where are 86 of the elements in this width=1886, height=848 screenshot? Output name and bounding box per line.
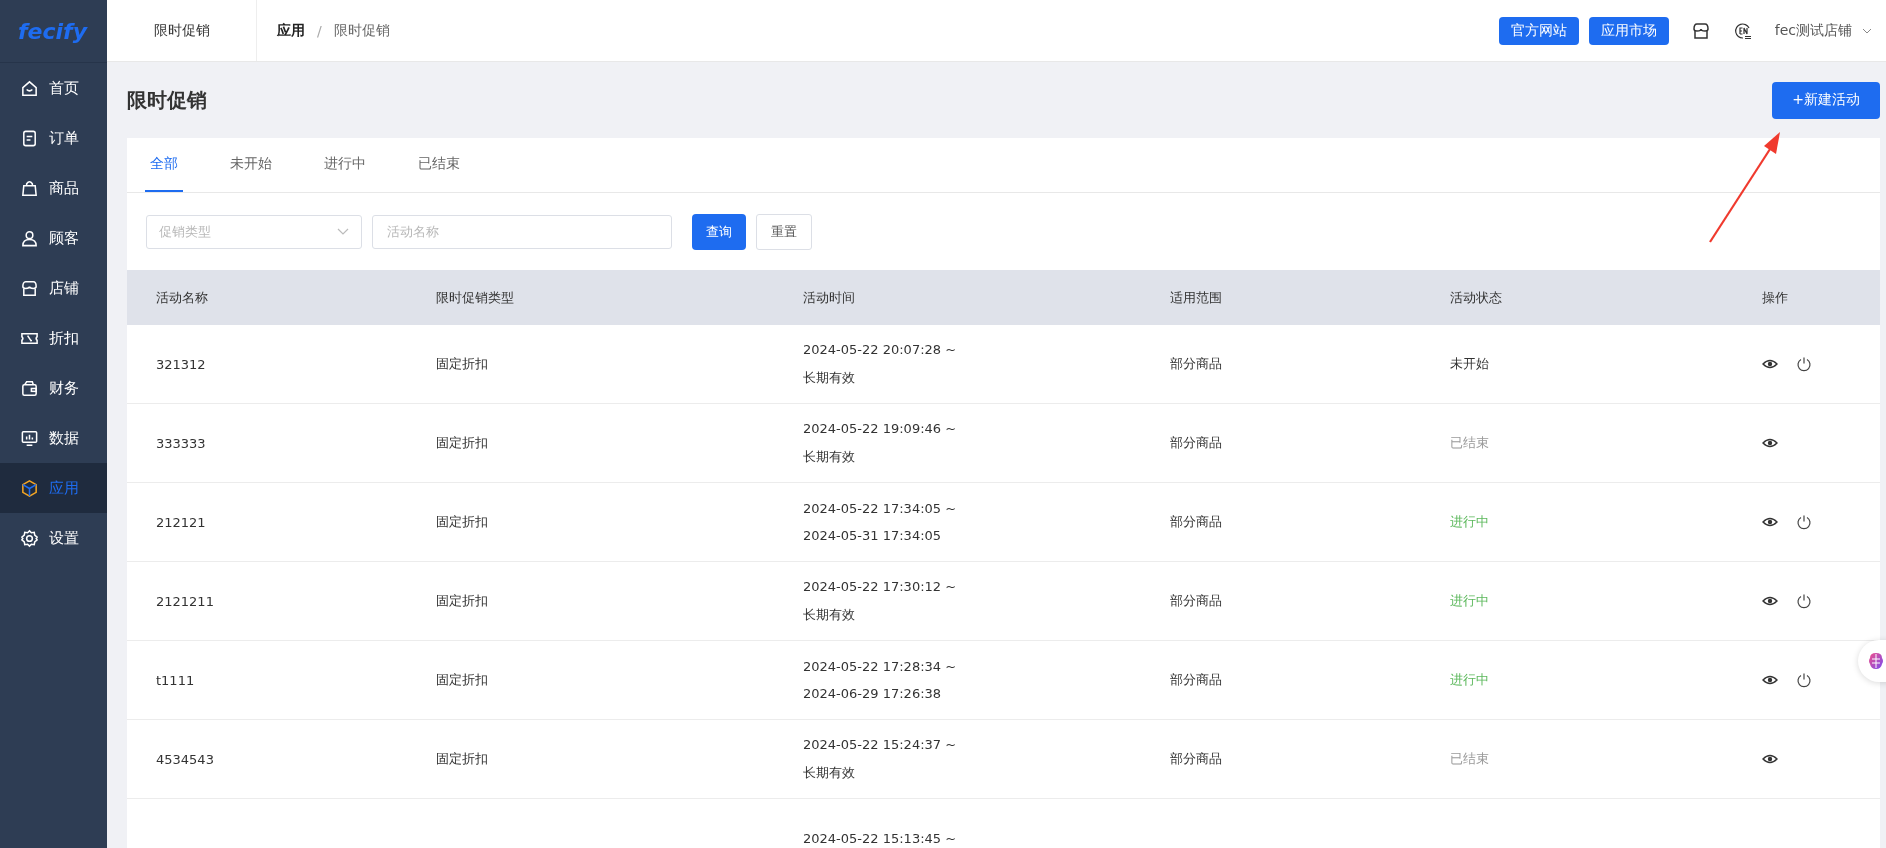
status-text: 未开始 bbox=[1450, 355, 1489, 373]
table-cell: t1111 bbox=[156, 672, 195, 688]
table-cell: 333333 bbox=[156, 435, 206, 451]
start-time: 2024-05-22 15:13:45 ~ bbox=[803, 830, 957, 846]
start-time: 2024-05-22 19:09:46 ~ bbox=[803, 420, 957, 436]
table-cell: 部分商品 bbox=[1170, 592, 1222, 610]
table-cell: 321312 bbox=[156, 356, 206, 372]
column-header: 适用范围 bbox=[1170, 288, 1223, 307]
search-button[interactable]: 查询 bbox=[692, 213, 746, 250]
page-tab[interactable]: 限时促销 bbox=[107, 0, 257, 61]
table-cell: 固定折扣 bbox=[436, 750, 488, 768]
power-icon[interactable] bbox=[1796, 514, 1812, 530]
header-link-button[interactable]: 官方网站 bbox=[1498, 16, 1579, 45]
start-time: 2024-05-22 17:30:12 ~ bbox=[803, 578, 957, 594]
sidebar-item[interactable]: 顾客 bbox=[0, 213, 107, 263]
language-icon[interactable] bbox=[1732, 20, 1753, 41]
column-header: 活动时间 bbox=[803, 288, 856, 307]
home-icon bbox=[20, 78, 39, 98]
table-cell: 固定折扣 bbox=[436, 592, 488, 610]
chevron-down-icon bbox=[337, 228, 349, 235]
table-cell: 部分商品 bbox=[1170, 513, 1222, 531]
header-link-button[interactable]: 应用市场 bbox=[1588, 16, 1669, 45]
column-header: 活动名称 bbox=[156, 288, 209, 307]
table-cell: 部分商品 bbox=[1170, 355, 1222, 373]
sidebar-item[interactable]: 订单 bbox=[0, 113, 107, 163]
breadcrumb-item[interactable]: 应用 bbox=[277, 21, 305, 40]
store-switcher[interactable]: fec测试店铺 bbox=[1774, 21, 1852, 40]
person-icon bbox=[20, 228, 39, 248]
table-cell: 2121211 bbox=[156, 593, 214, 609]
table-cell: 固定折扣 bbox=[436, 671, 488, 689]
start-time: 2024-05-22 15:24:37 ~ bbox=[803, 736, 957, 752]
table-cell: 固定折扣 bbox=[436, 513, 488, 531]
breadcrumb-item: 限时促销 bbox=[333, 21, 390, 40]
sidebar-item[interactable]: 首页 bbox=[0, 63, 107, 113]
start-time: 2024-05-22 17:34:05 ~ bbox=[803, 501, 957, 516]
status-text: 进行中 bbox=[1450, 513, 1489, 531]
store-icon[interactable] bbox=[1690, 20, 1711, 41]
column-header: 操作 bbox=[1762, 288, 1789, 307]
power-icon[interactable] bbox=[1796, 356, 1812, 372]
new-activity-button[interactable]: +新建活动 bbox=[1772, 81, 1880, 119]
document-icon bbox=[20, 128, 39, 148]
sidebar-item[interactable]: 数据 bbox=[0, 413, 107, 463]
page-title: 限时促销 bbox=[127, 86, 207, 114]
end-time: 长期有效 bbox=[803, 605, 855, 624]
caret-icon[interactable] bbox=[1862, 27, 1872, 34]
end-time: 长期有效 bbox=[803, 447, 855, 466]
breadcrumb-separator: / bbox=[317, 22, 322, 39]
column-header: 活动状态 bbox=[1450, 288, 1503, 307]
sidebar-item[interactable]: 设置 bbox=[0, 513, 107, 563]
end-time: 长期有效 bbox=[803, 368, 855, 387]
end-time: 2024-05-31 17:34:05 bbox=[803, 528, 942, 543]
status-text: 进行中 bbox=[1450, 592, 1489, 610]
tab[interactable]: 未开始 bbox=[225, 138, 277, 192]
reset-button[interactable]: 重置 bbox=[756, 213, 812, 250]
table-cell: 4534543 bbox=[156, 751, 214, 767]
tab[interactable]: 全部 bbox=[145, 138, 183, 192]
tab[interactable]: 已结束 bbox=[413, 138, 465, 192]
wallet-icon bbox=[20, 378, 39, 398]
tab[interactable]: 进行中 bbox=[319, 138, 371, 192]
store-icon bbox=[20, 278, 39, 298]
settings-icon bbox=[20, 528, 39, 548]
sidebar-item[interactable]: 店铺 bbox=[0, 263, 107, 313]
power-icon[interactable] bbox=[1796, 672, 1812, 688]
table-cell: 部分商品 bbox=[1170, 671, 1222, 689]
table-cell: 212121 bbox=[156, 514, 206, 530]
sidebar-item[interactable]: 财务 bbox=[0, 363, 107, 413]
status-text: 进行中 bbox=[1450, 671, 1489, 689]
table-cell: 部分商品 bbox=[1170, 750, 1222, 768]
end-time: 2024-06-29 17:26:38 bbox=[803, 686, 942, 701]
bag-icon bbox=[20, 178, 39, 198]
table-cell: 部分商品 bbox=[1170, 434, 1222, 452]
table-cell: 固定折扣 bbox=[436, 355, 488, 373]
start-time: 2024-05-22 17:28:34 ~ bbox=[803, 659, 957, 674]
monitor-icon bbox=[20, 428, 39, 448]
brain-icon bbox=[1866, 651, 1886, 671]
activity-name-field[interactable]: 活动名称 bbox=[372, 214, 672, 249]
column-header: 限时促销类型 bbox=[436, 288, 515, 307]
sidebar-item[interactable]: 商品 bbox=[0, 163, 107, 213]
box-icon bbox=[20, 478, 39, 498]
table-cell: 固定折扣 bbox=[436, 434, 488, 452]
status-text: 已结束 bbox=[1450, 434, 1489, 452]
status-text: 已结束 bbox=[1450, 750, 1489, 768]
power-icon[interactable] bbox=[1796, 593, 1812, 609]
sidebar-item[interactable]: 折扣 bbox=[0, 313, 107, 363]
end-time: 长期有效 bbox=[803, 763, 855, 782]
start-time: 2024-05-22 20:07:28 ~ bbox=[803, 341, 957, 357]
